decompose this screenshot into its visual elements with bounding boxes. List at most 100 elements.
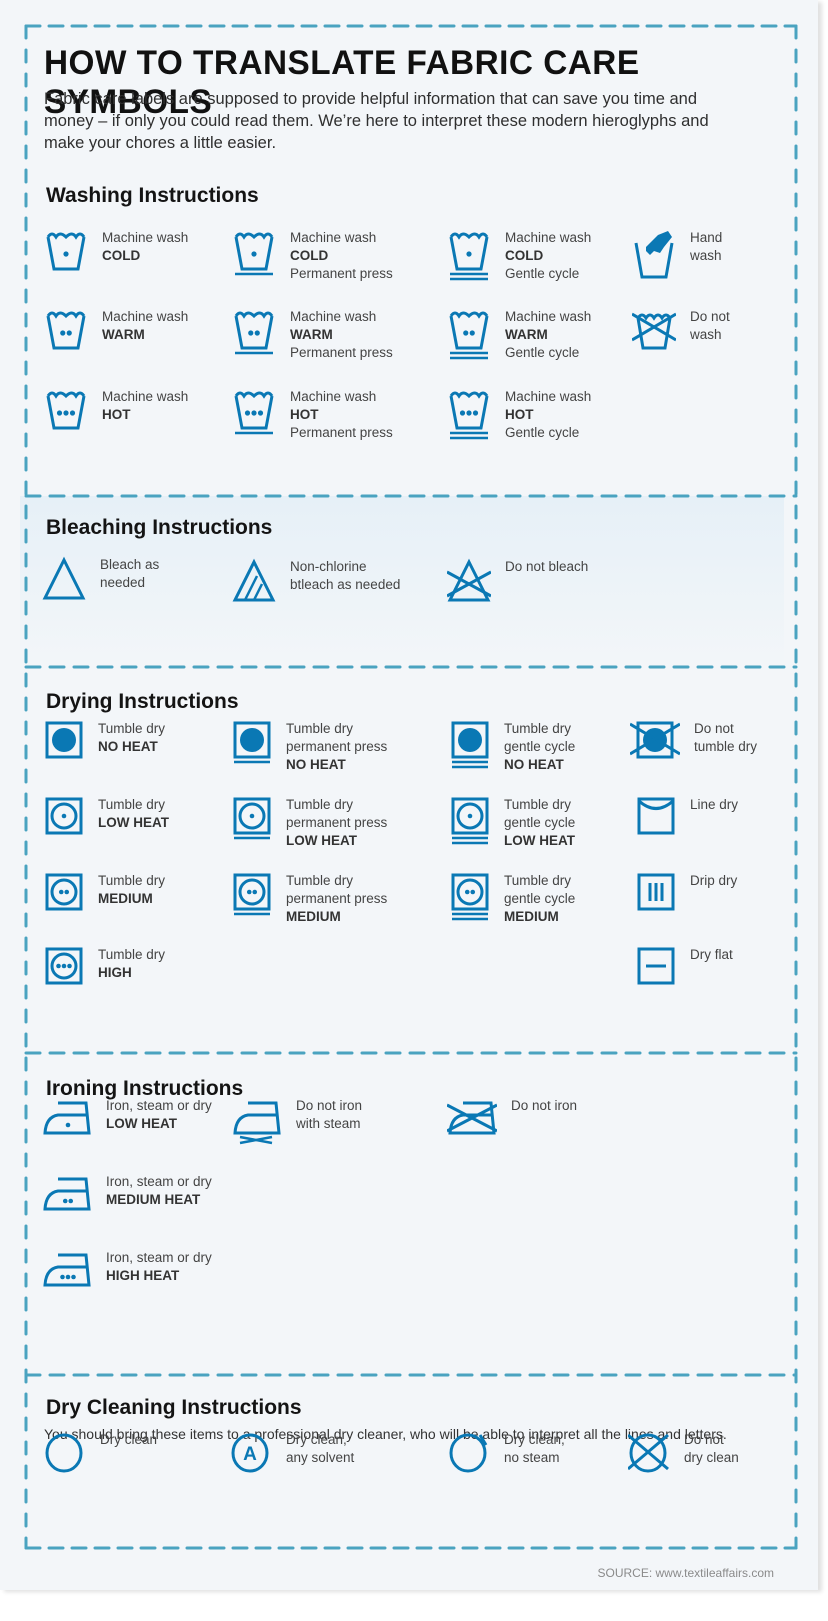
care-symbol-item: Do not iron [447, 1097, 577, 1147]
label-line: gentle cycle [504, 891, 576, 906]
label-line: dry clean [684, 1450, 739, 1465]
care-symbol-label: Hand wash [690, 229, 722, 265]
label-emphasis: COLD [505, 248, 544, 263]
label-line: Machine wash [290, 389, 377, 404]
tumble-dry-pp-medium-icon [233, 873, 271, 916]
care-symbol-label: Machine wash WARM Gentle cycle [505, 308, 591, 362]
label-line: no steam [504, 1450, 560, 1465]
care-symbol-item: Machine wash WARM Permanent press [232, 308, 393, 364]
label-emphasis: LOW HEAT [504, 833, 575, 848]
drying-section-title: Drying Instructions [46, 690, 239, 713]
label-line: Do not [684, 1432, 724, 1447]
wash-warm-gentle-icon [449, 311, 489, 360]
intro-text: Fabric care labels are supposed to provi… [44, 90, 709, 152]
label-emphasis: MEDIUM HEAT [106, 1192, 201, 1207]
label-emphasis: MEDIUM [98, 891, 153, 906]
label-emphasis: NO HEAT [504, 757, 564, 772]
care-symbol-item: Tumble dry MEDIUM [44, 872, 165, 926]
care-symbol-label: Line dry [690, 796, 738, 814]
label-line: Dry clean, [286, 1432, 347, 1447]
care-symbol-item: Drip dry [636, 872, 737, 926]
care-symbol-label: Machine wash HOT [102, 388, 188, 424]
care-symbol-label: Tumble dry permanent press LOW HEAT [286, 796, 387, 850]
label-line: permanent press [286, 739, 388, 754]
label-line: btleach as needed [290, 577, 401, 592]
do-not-wash-icon [632, 312, 676, 350]
iron-low-heat-icon [43, 1101, 91, 1135]
label-line: Dry clean [100, 1432, 158, 1447]
label-emphasis: HOT [102, 407, 131, 422]
care-symbol-label: Do not iron [511, 1097, 577, 1115]
label-emphasis: LOW HEAT [98, 815, 169, 830]
hand-wash-icon [634, 231, 674, 279]
tumble-dry-low-icon [45, 797, 83, 835]
iron-high-heat-icon [43, 1253, 91, 1287]
label-line: Machine wash [290, 309, 377, 324]
label-emphasis: HOT [505, 407, 534, 422]
label-emphasis: HIGH [98, 965, 132, 980]
label-line: Iron, steam or dry [106, 1250, 212, 1265]
care-symbol-label: Tumble dry HIGH [98, 946, 165, 982]
label-emphasis: NO HEAT [286, 757, 346, 772]
care-symbol-label: Machine wash HOT Permanent press [290, 388, 393, 442]
care-symbol-label: Tumble dry MEDIUM [98, 872, 165, 908]
do-not-iron-icon [447, 1101, 497, 1135]
tumble-dry-pp-low-icon [233, 797, 271, 840]
care-symbol-label: Iron, steam or dry HIGH HEAT [106, 1249, 212, 1285]
care-symbol-item: Tumble dry permanent press NO HEAT [232, 720, 387, 774]
label-line: Tumble dry [504, 721, 572, 736]
care-symbol-label: Do not dry clean [684, 1431, 739, 1467]
label-line: wash [690, 327, 722, 342]
label-line: Do not bleach [505, 559, 589, 574]
care-symbol-label: Bleach as needed [100, 556, 159, 592]
do-not-bleach-icon [447, 558, 491, 602]
care-symbol-item: Bleach as needed [42, 556, 159, 602]
care-symbol-item: Non-chlorine btleach as needed [232, 558, 400, 604]
label-line: Tumble dry [286, 873, 354, 888]
infographic-page: HOW TO TRANSLATE FABRIC CARE SYMBOLS Fab… [0, 0, 818, 1590]
label-emphasis: LOW HEAT [286, 833, 357, 848]
tumble-dry-gentle-no-heat-icon [451, 721, 489, 769]
label-line: Do not [690, 309, 730, 324]
label-line: Tumble dry [504, 873, 572, 888]
wash-cold-icon [46, 232, 86, 271]
care-symbol-label: Tumble dry permanent press MEDIUM [286, 872, 387, 926]
care-symbol-label: Tumble dry LOW HEAT [98, 796, 169, 832]
label-extra: Permanent press [290, 425, 393, 440]
label-line: Hand [690, 230, 723, 245]
care-symbol-item: Do not iron with steam [232, 1097, 362, 1147]
care-symbol-label: Tumble dry permanent press NO HEAT [286, 720, 387, 774]
care-symbol-item: Tumble dry permanent press LOW HEAT [232, 796, 387, 850]
care-symbol-item: Tumble dry gentle cycle NO HEAT [450, 720, 575, 774]
care-symbol-item: Do not dry clean [628, 1431, 739, 1475]
care-symbol-item: Tumble dry gentle cycle LOW HEAT [450, 796, 575, 850]
dry-clean-no-steam-icon [449, 1433, 488, 1473]
care-symbol-item: Line dry [636, 796, 738, 850]
dry-clean-icon [45, 1433, 83, 1473]
care-symbol-label: Dry clean [100, 1431, 157, 1449]
label-line: wash [690, 248, 722, 263]
label-line: Tumble dry [286, 797, 354, 812]
tumble-dry-pp-no-heat-icon [233, 721, 271, 764]
label-extra: Gentle cycle [505, 266, 580, 281]
wash-cold-gentle-icon [449, 232, 489, 281]
label-emphasis: WARM [505, 327, 548, 342]
care-symbol-item: Tumble dry HIGH [44, 946, 165, 1000]
do-not-dry-clean-icon [628, 1433, 669, 1473]
label-emphasis: HIGH HEAT [106, 1268, 180, 1283]
care-symbol-label: Tumble dry gentle cycle LOW HEAT [504, 796, 575, 850]
label-line: Machine wash [102, 230, 189, 245]
care-symbol-item: Machine wash HOT Permanent press [232, 388, 393, 444]
care-symbol-label: Tumble dry gentle cycle MEDIUM [504, 872, 575, 926]
care-symbol-item: Hand wash [632, 229, 722, 285]
label-extra: Gentle cycle [505, 345, 580, 360]
label-line: Machine wash [505, 389, 592, 404]
do-not-tumble-dry-icon [630, 721, 680, 759]
bleach-icon [42, 556, 86, 600]
care-symbol-label: Do not bleach [505, 558, 588, 576]
care-symbol-label: Iron, steam or dry MEDIUM HEAT [106, 1173, 212, 1209]
label-line: Tumble dry [98, 797, 166, 812]
care-symbol-item: A Dry clean, any solvent [230, 1431, 354, 1475]
tumble-dry-gentle-medium-icon [451, 873, 489, 921]
label-line: with steam [296, 1116, 361, 1131]
